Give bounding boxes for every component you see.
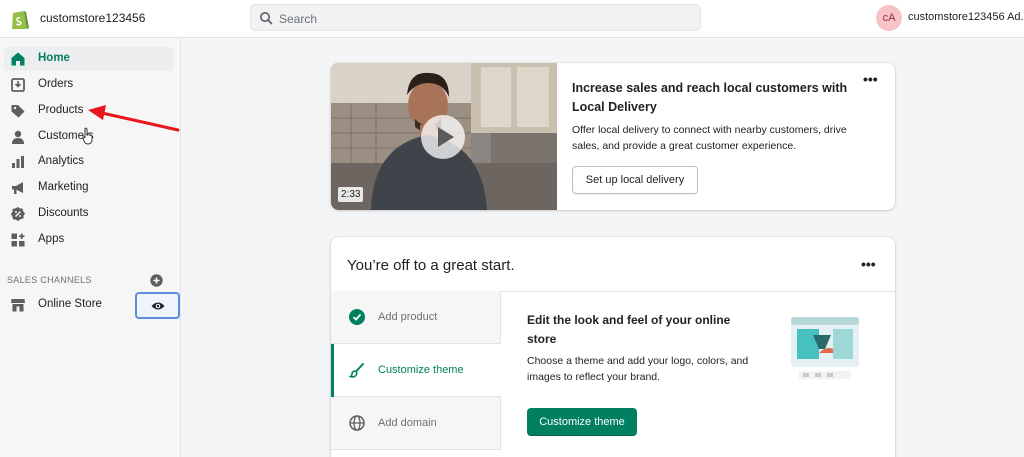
account-name[interactable]: customstore123456 Ad... — [908, 11, 1024, 23]
sidebar-item-label: Apps — [38, 233, 65, 245]
sidebar-item-analytics[interactable]: Analytics — [4, 150, 174, 174]
customize-theme-button[interactable]: Customize theme — [527, 408, 637, 436]
shopify-logo-icon[interactable] — [10, 7, 30, 31]
local-delivery-promo-card: 2:33 Increase sales and reach local cust… — [331, 63, 895, 210]
view-online-store-button[interactable] — [135, 292, 180, 319]
annotation-arrow-icon — [88, 105, 180, 132]
top-bar: customstore123456 Search cA customstore1… — [0, 0, 1024, 38]
bar-chart-icon — [12, 156, 24, 168]
sidebar-item-marketing[interactable]: Marketing — [4, 176, 174, 200]
sidebar-item-online-store[interactable]: Online Store — [4, 293, 130, 317]
step-detail-description: Choose a theme and add your logo, colors… — [527, 355, 749, 383]
search-icon — [260, 12, 273, 25]
promo-title: Increase sales and reach local customers… — [572, 81, 848, 114]
add-sales-channel-icon[interactable] — [150, 274, 163, 287]
apps-icon — [11, 233, 25, 247]
step-customize-theme[interactable]: Customize theme — [331, 344, 501, 397]
step-label: Add domain — [378, 417, 437, 429]
search-placeholder: Search — [279, 12, 318, 26]
eye-icon — [151, 302, 165, 310]
brush-icon — [349, 363, 364, 378]
tag-icon — [11, 105, 25, 118]
sales-channels-heading: SALES CHANNELS — [7, 275, 92, 285]
home-icon — [11, 52, 25, 66]
check-circle-icon — [349, 309, 365, 325]
orders-icon — [11, 78, 25, 92]
step-label: Customize theme — [378, 364, 464, 376]
sidebar-item-label: Marketing — [38, 181, 89, 193]
store-name[interactable]: customstore123456 — [40, 11, 145, 25]
megaphone-icon — [12, 182, 23, 194]
more-actions-icon[interactable]: ••• — [861, 256, 876, 272]
step-detail-title: Edit the look and feel of your online st… — [527, 313, 731, 346]
sidebar-item-orders[interactable]: Orders — [4, 73, 174, 97]
setup-local-delivery-button[interactable]: Set up local delivery — [572, 166, 698, 194]
promo-description: Offer local delivery to connect with nea… — [572, 124, 847, 152]
more-actions-icon[interactable]: ••• — [863, 71, 878, 87]
play-icon — [438, 127, 454, 147]
video-duration: 2:33 — [338, 187, 364, 202]
person-icon — [12, 130, 24, 144]
sidebar-item-apps[interactable]: Apps — [4, 228, 174, 252]
store-icon — [11, 299, 25, 312]
promo-video-thumbnail[interactable]: 2:33 — [331, 63, 557, 210]
sidebar-item-label: Discounts — [38, 207, 89, 219]
setup-guide-card: You’re off to a great start. ••• Add pro… — [331, 237, 895, 457]
sidebar-item-label: Home — [38, 52, 70, 64]
sidebar-item-label: Orders — [38, 78, 74, 90]
theme-illustration-icon — [791, 317, 859, 379]
setup-guide-title: You’re off to a great start. — [347, 257, 515, 274]
globe-icon — [349, 415, 365, 431]
sidebar-item-home[interactable]: Home — [4, 47, 174, 71]
sidebar-item-label: Online Store — [38, 298, 102, 310]
sidebar-item-discounts[interactable]: Discounts — [4, 202, 174, 226]
search-bar[interactable]: Search — [250, 4, 701, 31]
sidebar-item-label: Products — [38, 104, 84, 116]
play-video-button[interactable] — [421, 115, 465, 159]
step-label: Add product — [378, 311, 438, 323]
hand-cursor-icon — [82, 127, 93, 145]
sidebar-item-label: Analytics — [38, 155, 85, 167]
discount-icon — [11, 207, 25, 221]
avatar[interactable]: cA — [876, 5, 902, 31]
step-add-product[interactable]: Add product — [331, 291, 501, 344]
step-add-domain[interactable]: Add domain — [331, 397, 501, 450]
